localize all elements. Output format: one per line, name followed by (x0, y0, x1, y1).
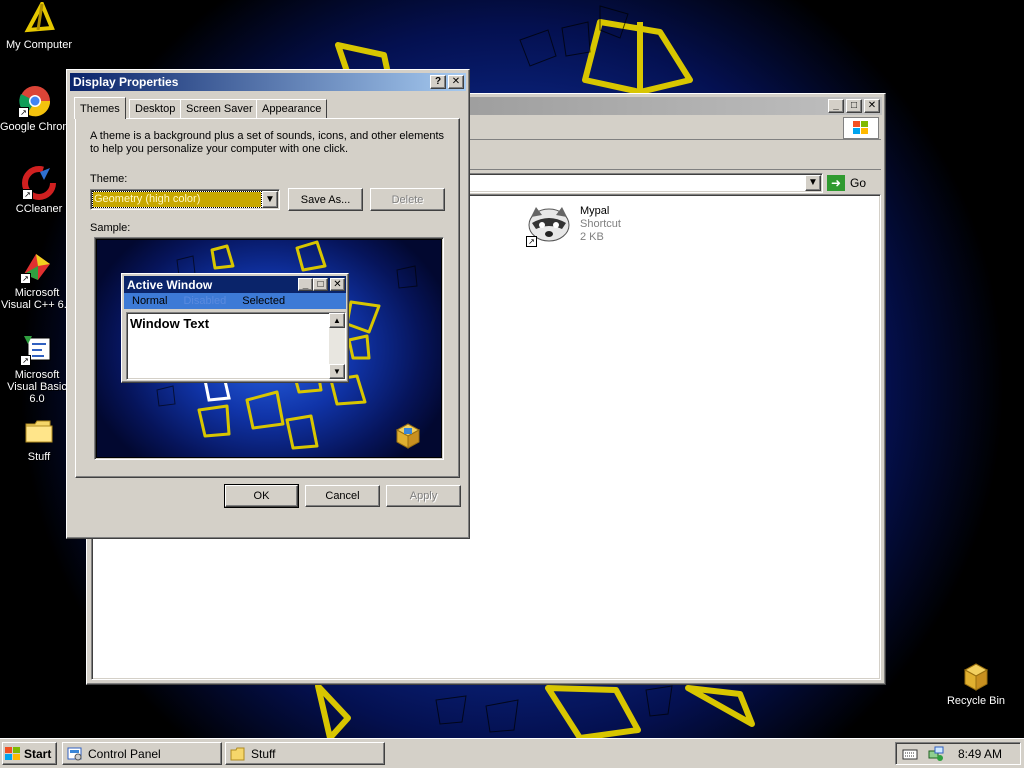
tab-label: Themes (80, 102, 120, 115)
sample-wallpaper: Active Window _ □ ✕ Normal Disabled Sele… (97, 240, 441, 457)
sample-my-documents-icon (393, 420, 423, 453)
sample-scrollbar: ▲ ▼ (329, 313, 345, 379)
desktop-icon-label: Microsoft Visual C++ 6.0 (0, 287, 74, 311)
control-panel-icon (67, 746, 83, 762)
file-item-mypal[interactable]: ↗ Mypal Shortcut 2 KB (526, 201, 676, 251)
desktop-icon-label: My Computer (5, 39, 73, 51)
network-icon[interactable] (928, 746, 944, 762)
visual-basic-label: Microsoft Visual Basic 6.0 (7, 369, 67, 405)
apply-button[interactable]: Apply (386, 485, 461, 507)
help-button[interactable]: ? (430, 75, 446, 89)
shortcut-arrow-icon: ↗ (20, 273, 31, 284)
sample-window-body: Window Text ▲ ▼ (126, 312, 346, 380)
close-button[interactable]: ✕ (864, 99, 880, 113)
scroll-up-icon: ▲ (329, 313, 345, 328)
shortcut-arrow-icon: ↗ (526, 236, 537, 247)
keyboard-icon[interactable] (902, 747, 918, 761)
start-label: Start (24, 746, 52, 761)
windows-logo-icon (843, 117, 879, 139)
apply-label: Apply (409, 490, 438, 502)
delete-label: Delete (391, 193, 424, 206)
scroll-down-icon: ▼ (329, 364, 345, 379)
desktop-icon-label: Microsoft Visual Basic 6.0 (0, 369, 74, 405)
sample-menu-normal: Normal (132, 295, 168, 307)
sample-title: Active Window (127, 277, 213, 292)
visual-cpp-icon: ↗ (20, 250, 54, 284)
system-tray: 8:49 AM (895, 742, 1021, 765)
close-button[interactable]: ✕ (448, 75, 464, 89)
folder-icon (230, 746, 246, 762)
tab-themes[interactable]: Themes (74, 97, 126, 119)
dialog-titlebar[interactable]: Display Properties ? ✕ (70, 73, 466, 91)
tab-label: Appearance (262, 103, 322, 115)
file-type: Shortcut (580, 218, 621, 230)
theme-label: Theme: (90, 173, 128, 185)
taskbar-button-control-panel[interactable]: Control Panel (62, 742, 222, 765)
raccoon-icon: ↗ (526, 203, 572, 247)
sample-active-window: Active Window _ □ ✕ Normal Disabled Sele… (121, 273, 349, 383)
desktop-icon-label: Recycle Bin (946, 695, 1006, 707)
minimize-button[interactable]: _ (828, 99, 844, 113)
visual-basic-icon: ↗ (20, 332, 54, 366)
shortcut-arrow-icon: ↗ (20, 355, 31, 366)
tab-label: Desktop (135, 103, 176, 115)
folder-icon (22, 414, 56, 448)
clock[interactable]: 8:49 AM (958, 747, 1002, 761)
sample-menu-selected: Selected (242, 295, 286, 307)
taskbar-label: Stuff (251, 746, 276, 761)
ok-button[interactable]: OK (224, 484, 299, 508)
chevron-down-icon[interactable]: ▼ (262, 191, 278, 208)
ccleaner-icon: ↗ (22, 166, 56, 200)
sample-minimize-icon: _ (298, 278, 313, 291)
sample-window-text: Window Text (130, 316, 210, 331)
theme-select-value: Geometry (high color) (92, 191, 262, 208)
desktop-icon-label: Google Chrome (0, 121, 70, 133)
delete-button[interactable]: Delete (370, 188, 445, 211)
theme-select[interactable]: Geometry (high color) ▼ (90, 189, 280, 210)
save-as-button[interactable]: Save As... (288, 188, 363, 211)
tab-desktop[interactable]: Desktop (129, 99, 182, 118)
tab-label: Screen Saver (186, 103, 253, 115)
taskbar-label: Control Panel (88, 746, 161, 761)
shortcut-arrow-icon: ↗ (18, 107, 29, 118)
maximize-button[interactable]: □ (846, 99, 862, 113)
go-arrow-icon: ➜ (827, 175, 845, 191)
desktop-icon-my-computer[interactable]: My Computer (0, 0, 78, 51)
sample-close-icon: ✕ (330, 278, 345, 291)
sample-label: Sample: (90, 222, 131, 234)
sample-menu-disabled: Disabled (183, 295, 227, 307)
sample-maximize-icon: □ (313, 278, 328, 291)
go-button[interactable]: ➜ Go (827, 173, 877, 193)
tab-appearance[interactable]: Appearance (256, 99, 328, 118)
desktop-icon-google-chrome[interactable]: ↗ Google Chrome (0, 84, 70, 133)
recycle-bin-icon (959, 658, 993, 692)
address-dropdown-button[interactable]: ▼ (805, 175, 821, 191)
dialog-title: Display Properties (73, 75, 179, 89)
go-label: Go (850, 176, 867, 190)
taskbar: Start Control Panel Stuff 8:49 AM (0, 738, 1024, 768)
file-name: Mypal (580, 205, 610, 217)
cancel-button[interactable]: Cancel (305, 485, 380, 507)
themes-tab-panel: A theme is a background plus a set of so… (75, 118, 460, 478)
taskbar-button-stuff[interactable]: Stuff (225, 742, 385, 765)
cancel-label: Cancel (325, 490, 360, 502)
windows-logo-icon (5, 746, 21, 761)
ok-label: OK (253, 490, 270, 502)
theme-sample-preview: Active Window _ □ ✕ Normal Disabled Sele… (94, 237, 444, 460)
file-size: 2 KB (580, 231, 604, 243)
start-button[interactable]: Start (2, 742, 57, 765)
save-as-label: Save As... (300, 193, 351, 206)
desktop-icon-visual-cpp[interactable]: ↗ Microsoft Visual C++ 6.0 (0, 250, 74, 311)
chrome-icon: ↗ (18, 84, 52, 118)
sample-titlebar: Active Window _ □ ✕ (124, 276, 346, 293)
shortcut-arrow-icon: ↗ (22, 189, 33, 200)
sample-menubar: Normal Disabled Selected (124, 293, 346, 309)
my-computer-icon (22, 0, 56, 36)
desktop-icon-visual-basic[interactable]: ↗ Microsoft Visual Basic 6.0 (0, 332, 74, 405)
themes-description: A theme is a background plus a set of so… (90, 130, 445, 155)
visual-cpp-label: Microsoft Visual C++ 6.0 (1, 287, 73, 311)
tab-screen-saver[interactable]: Screen Saver (180, 99, 259, 118)
display-properties-dialog[interactable]: Display Properties ? ✕ Themes Desktop Sc… (66, 69, 470, 539)
desktop-icon-recycle-bin[interactable]: Recycle Bin (937, 658, 1015, 707)
